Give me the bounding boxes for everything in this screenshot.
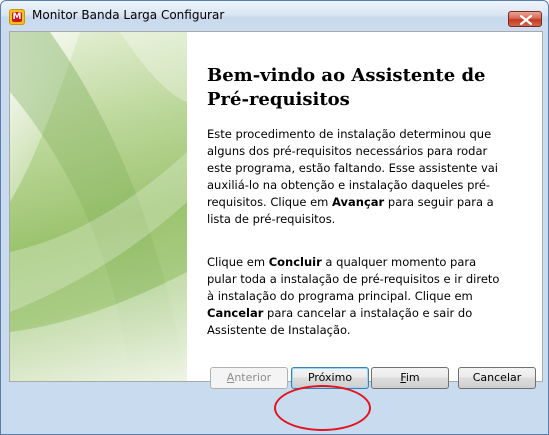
finish-button-label: im	[405, 371, 420, 384]
next-button-highlight-annotation	[274, 385, 371, 431]
instructions-text: Clique em	[207, 255, 269, 269]
intro-paragraph: Este procedimento de instalação determin…	[207, 126, 507, 228]
back-button: Anterior	[210, 367, 288, 389]
title-bar[interactable]: M Monitor Banda Larga Configurar	[1, 1, 548, 31]
wizard-banner-image	[10, 32, 187, 381]
instructions-paragraph: Clique em Concluir a qualquer momento pa…	[207, 254, 507, 339]
intro-bold-next: Avançar	[332, 195, 385, 209]
instructions-bold-finish: Concluir	[268, 255, 322, 269]
installer-window: M Monitor Banda Larga Configurar Bem-vin…	[0, 0, 549, 435]
back-button-label: nterior	[234, 371, 272, 384]
finish-button[interactable]: Fim	[371, 367, 449, 389]
wizard-heading: Bem-vindo ao Assistente de Pré-requisito…	[207, 65, 486, 110]
instructions-bold-cancel: Cancelar	[207, 306, 264, 320]
wizard-content: Bem-vindo ao Assistente de Pré-requisito…	[9, 31, 543, 382]
app-icon-letter: M	[12, 12, 22, 22]
window-title: Monitor Banda Larga Configurar	[32, 8, 225, 22]
close-button[interactable]	[508, 11, 542, 27]
cancel-button[interactable]: Cancelar	[458, 367, 536, 389]
app-icon: M	[9, 9, 25, 25]
close-icon	[520, 15, 532, 25]
